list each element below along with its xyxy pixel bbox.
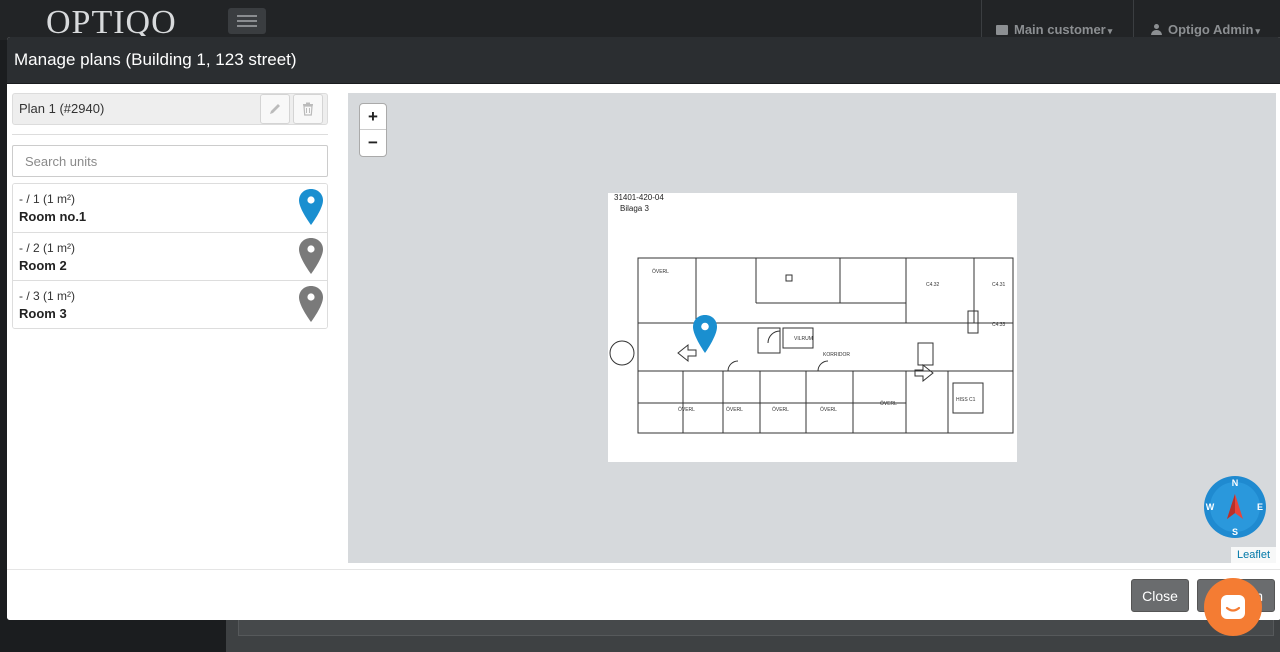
unit-code: - / 2 (1 m²) bbox=[19, 241, 75, 255]
svg-text:ÖVERL: ÖVERL bbox=[880, 400, 897, 407]
customer-menu-label: Main customer bbox=[1014, 22, 1106, 37]
svg-text:C4.32: C4.32 bbox=[926, 282, 940, 288]
pencil-icon bbox=[270, 104, 280, 114]
modal-header: Manage plans (Building 1, 123 street) bbox=[7, 37, 1280, 84]
map-marker-icon[interactable] bbox=[298, 188, 324, 226]
svg-text:ÖVERL: ÖVERL bbox=[820, 406, 837, 413]
svg-text:ÖVERL: ÖVERL bbox=[772, 406, 789, 413]
compass-south: S bbox=[1232, 527, 1238, 537]
app-logo: OPTIQO bbox=[46, 6, 177, 36]
search-units-input[interactable] bbox=[12, 145, 328, 177]
units-sidebar: Plan 1 (#2940) - / 1 (1 m²) Room no.1 - … bbox=[12, 93, 328, 329]
svg-text:ÖVERL: ÖVERL bbox=[678, 406, 695, 413]
compass-west: W bbox=[1206, 502, 1215, 512]
svg-text:VILRUM: VILRUM bbox=[794, 336, 813, 342]
svg-text:C4.33: C4.33 bbox=[992, 322, 1006, 328]
background-panel bbox=[226, 620, 1280, 652]
background-sidebar bbox=[0, 620, 226, 652]
app-navbar: OPTIQO Main customer ▾ Optigo Admin ▾ bbox=[0, 0, 1280, 40]
edit-plan-button[interactable] bbox=[260, 94, 290, 124]
map-marker-icon[interactable] bbox=[298, 285, 324, 323]
svg-text:HISS C1: HISS C1 bbox=[956, 397, 976, 403]
trash-icon bbox=[303, 102, 313, 116]
manage-plans-modal: Manage plans (Building 1, 123 street) Pl… bbox=[7, 37, 1280, 620]
floor-plan-image: 31401-420-04 Bilaga 3 ÖVERL VILRUM KORRI… bbox=[608, 193, 1017, 462]
list-item[interactable]: - / 2 (1 m²) Room 2 bbox=[13, 232, 327, 280]
user-menu[interactable]: Optigo Admin ▾ bbox=[1151, 22, 1260, 37]
user-icon bbox=[1151, 24, 1162, 35]
unit-name: Room 3 bbox=[19, 306, 67, 321]
floor-plan-map[interactable]: + − 31401-420-04 Bilaga 3 ÖVERL VILRUM K… bbox=[348, 93, 1276, 563]
user-menu-label: Optigo Admin bbox=[1168, 22, 1254, 37]
unit-code: - / 1 (1 m²) bbox=[19, 192, 75, 206]
unit-name: Room 2 bbox=[19, 258, 67, 273]
close-button[interactable]: Close bbox=[1131, 579, 1189, 612]
zoom-in-button[interactable]: + bbox=[360, 104, 386, 130]
menu-toggle-button[interactable] bbox=[228, 8, 266, 34]
chat-icon bbox=[1221, 595, 1245, 619]
map-marker-icon[interactable] bbox=[298, 237, 324, 275]
briefcase-icon bbox=[996, 25, 1008, 35]
map-marker-icon[interactable] bbox=[692, 314, 718, 354]
modal-footer: Close n bbox=[7, 569, 1280, 620]
customer-menu[interactable]: Main customer ▾ bbox=[996, 22, 1112, 37]
chat-launcher-button[interactable] bbox=[1204, 578, 1262, 636]
compass-east: E bbox=[1257, 502, 1263, 512]
list-item[interactable]: - / 3 (1 m²) Room 3 bbox=[13, 280, 327, 328]
delete-plan-button[interactable] bbox=[293, 94, 323, 124]
svg-text:KORRIDOR: KORRIDOR bbox=[823, 352, 850, 358]
plan-row[interactable]: Plan 1 (#2940) bbox=[12, 93, 328, 125]
caret-down-icon: ▾ bbox=[1107, 26, 1113, 36]
unit-name: Room no.1 bbox=[19, 209, 87, 224]
svg-text:ÖVERL: ÖVERL bbox=[726, 406, 743, 413]
compass-icon[interactable]: N S E W bbox=[1203, 475, 1267, 539]
svg-text:ÖVERL: ÖVERL bbox=[652, 268, 669, 275]
floor-plan-drawing: ÖVERL VILRUM KORRIDOR C4.32 C4.31 C4.33 … bbox=[609, 257, 1014, 434]
unit-code: - / 3 (1 m²) bbox=[19, 289, 75, 303]
modal-title: Manage plans (Building 1, 123 street) bbox=[14, 50, 297, 69]
zoom-out-button[interactable]: − bbox=[360, 130, 386, 156]
compass-north: N bbox=[1232, 478, 1239, 488]
plan-label: Plan 1 (#2940) bbox=[19, 101, 105, 116]
caret-down-icon: ▾ bbox=[1255, 26, 1260, 36]
sidebar-divider bbox=[12, 134, 328, 135]
zoom-control: + − bbox=[359, 103, 387, 157]
unit-list: - / 1 (1 m²) Room no.1 - / 2 (1 m²) Room… bbox=[12, 183, 328, 329]
leaflet-attribution-link[interactable]: Leaflet bbox=[1230, 547, 1276, 563]
svg-text:C4.31: C4.31 bbox=[992, 282, 1006, 288]
list-item[interactable]: - / 1 (1 m²) Room no.1 bbox=[13, 184, 327, 232]
